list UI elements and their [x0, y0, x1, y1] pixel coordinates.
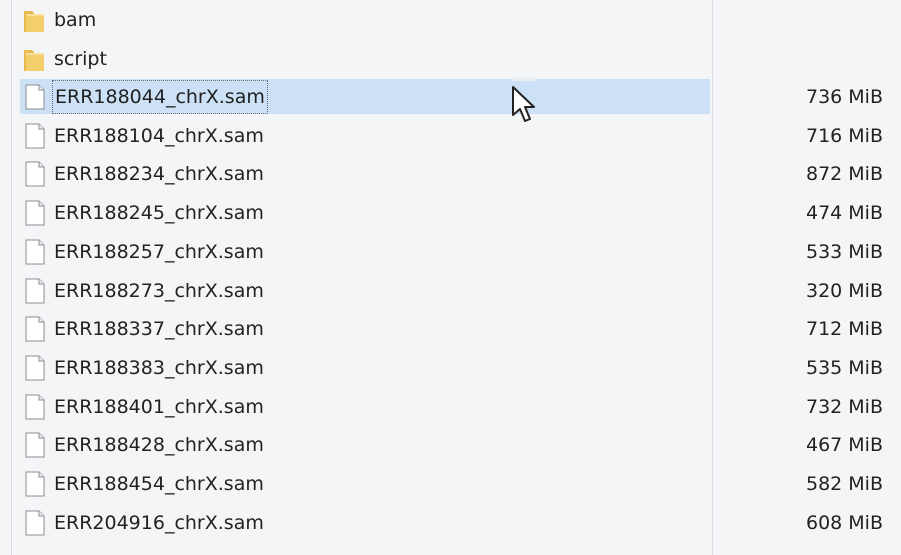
- file-name[interactable]: ERR188245_chrX.sam: [52, 194, 266, 232]
- file-name[interactable]: ERR188104_chrX.sam: [52, 117, 266, 155]
- file-icon: [22, 122, 48, 150]
- file-name[interactable]: ERR188273_chrX.sam: [52, 272, 266, 310]
- file-icon: [22, 315, 48, 343]
- file-row[interactable]: ERR188337_chrX.sam 712 MiB: [20, 310, 890, 348]
- file-size: 535 MiB: [805, 356, 883, 379]
- file-name[interactable]: ERR188401_chrX.sam: [52, 388, 266, 426]
- cursor-highlight: [512, 78, 536, 81]
- file-name[interactable]: ERR188257_chrX.sam: [52, 233, 266, 271]
- folder-row[interactable]: script: [20, 40, 890, 78]
- file-icon: [22, 238, 48, 266]
- file-icon: [22, 431, 48, 459]
- file-size: 736 MiB: [805, 86, 883, 108]
- file-name[interactable]: ERR188234_chrX.sam: [52, 155, 266, 193]
- file-size: 872 MiB: [805, 163, 883, 186]
- file-icon: [22, 83, 48, 111]
- folder-row[interactable]: bam: [20, 1, 890, 39]
- folder-name[interactable]: bam: [52, 1, 98, 39]
- pane-border: [11, 0, 12, 555]
- file-row[interactable]: ERR188044_chrX.sam 736 MiB: [20, 78, 890, 116]
- file-row[interactable]: ERR188273_chrX.sam 320 MiB: [20, 272, 890, 310]
- file-row[interactable]: ERR188428_chrX.sam 467 MiB: [20, 426, 890, 464]
- file-icon: [22, 199, 48, 227]
- file-icon: [22, 354, 48, 382]
- file-icon: [22, 509, 48, 537]
- file-name[interactable]: ERR204916_chrX.sam: [52, 504, 266, 542]
- file-name[interactable]: ERR188337_chrX.sam: [52, 310, 266, 348]
- file-size: 582 MiB: [805, 473, 883, 495]
- file-name[interactable]: ERR188428_chrX.sam: [52, 426, 266, 464]
- file-size: 320 MiB: [805, 279, 883, 302]
- file-list-view: bam script ERR188044_chrX.sam 736 MiB ERR1…: [0, 0, 901, 555]
- file-row[interactable]: ERR188454_chrX.sam 582 MiB: [20, 465, 890, 503]
- file-row[interactable]: ERR188104_chrX.sam 716 MiB: [20, 117, 890, 155]
- file-name[interactable]: ERR188454_chrX.sam: [52, 465, 266, 503]
- file-row[interactable]: ERR188257_chrX.sam 533 MiB: [20, 233, 890, 271]
- file-size: 716 MiB: [805, 124, 883, 147]
- file-name[interactable]: ERR188383_chrX.sam: [52, 349, 266, 387]
- file-icon: [22, 393, 48, 421]
- file-size: 533 MiB: [805, 240, 883, 263]
- file-row[interactable]: ERR188401_chrX.sam 732 MiB: [20, 388, 890, 426]
- file-row[interactable]: ERR188234_chrX.sam 872 MiB: [20, 155, 890, 193]
- file-row[interactable]: ERR188245_chrX.sam 474 MiB: [20, 194, 890, 232]
- file-icon: [22, 470, 48, 498]
- folder-icon: [22, 6, 48, 34]
- folder-icon: [22, 45, 48, 73]
- file-size: 474 MiB: [805, 202, 883, 225]
- file-row[interactable]: ERR188383_chrX.sam 535 MiB: [20, 349, 890, 387]
- file-row[interactable]: ERR204916_chrX.sam 608 MiB: [20, 504, 890, 542]
- file-size: 712 MiB: [805, 318, 883, 341]
- folder-name[interactable]: script: [52, 40, 109, 78]
- file-size: 732 MiB: [805, 395, 883, 418]
- file-size: 608 MiB: [805, 511, 883, 534]
- file-size: 467 MiB: [805, 434, 883, 457]
- file-icon: [22, 277, 48, 305]
- file-icon: [22, 160, 48, 188]
- file-name[interactable]: ERR188044_chrX.sam: [52, 80, 268, 114]
